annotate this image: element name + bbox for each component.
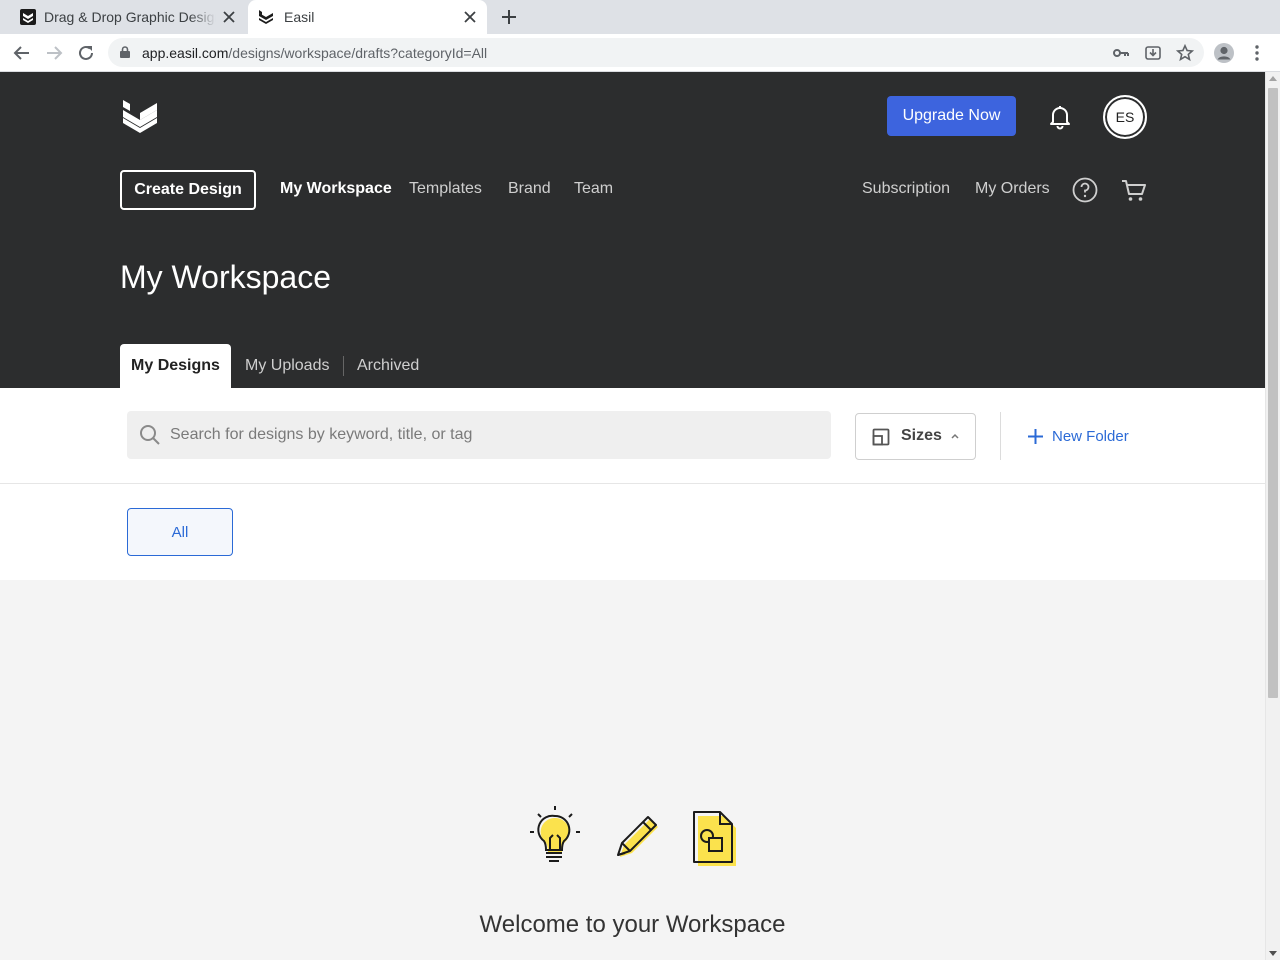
new-folder-button[interactable]: New Folder	[1027, 426, 1129, 446]
forward-button[interactable]	[42, 41, 66, 65]
search-icon	[140, 425, 160, 445]
category-bar: All	[0, 484, 1265, 580]
nav-templates[interactable]: Templates	[409, 180, 482, 198]
back-icon	[13, 46, 29, 60]
profile-button[interactable]	[1212, 41, 1236, 65]
page-title: My Workspace	[120, 259, 332, 295]
star-icon[interactable]	[1176, 44, 1194, 62]
page-scrollbar[interactable]	[1265, 72, 1280, 960]
page-viewport: Upgrade Now ES Create Design My Workspac…	[0, 72, 1265, 960]
plus-icon	[1028, 428, 1043, 444]
nav-team[interactable]: Team	[574, 180, 613, 198]
workspace-header: Upgrade Now ES Create Design My Workspac…	[0, 72, 1265, 388]
scroll-up-icon[interactable]	[1269, 76, 1277, 81]
browser-tab-title: Drag & Drop Graphic Design	[44, 9, 216, 25]
nav-subscription[interactable]: Subscription	[862, 180, 950, 198]
nav-my-workspace[interactable]: My Workspace	[280, 180, 392, 198]
tab-divider	[343, 356, 344, 376]
scrollbar-thumb[interactable]	[1268, 88, 1278, 698]
key-icon[interactable]	[1112, 44, 1130, 62]
easil-favicon-icon	[259, 10, 273, 24]
help-icon[interactable]	[1072, 177, 1098, 203]
browser-toolbar: app.easil.com/designs/workspace/drafts?c…	[0, 34, 1280, 72]
search-input[interactable]	[170, 411, 810, 459]
category-all-button[interactable]: All	[127, 508, 233, 556]
close-icon[interactable]	[463, 10, 477, 24]
easil-favicon-icon	[20, 9, 36, 25]
create-design-button[interactable]: Create Design	[120, 170, 256, 210]
close-icon[interactable]	[222, 10, 236, 24]
nav-brand[interactable]: Brand	[508, 180, 551, 198]
lightbulb-icon	[530, 806, 580, 862]
chevron-up-icon	[951, 433, 959, 439]
search-box	[127, 411, 831, 459]
avatar-initials: ES	[1107, 99, 1143, 135]
avatar[interactable]: ES	[1103, 95, 1147, 139]
browser-tab-title: Easil	[284, 9, 315, 25]
tab-archived[interactable]: Archived	[357, 344, 419, 388]
tab-my-designs[interactable]: My Designs	[120, 344, 231, 388]
nav-my-orders[interactable]: My Orders	[975, 180, 1050, 198]
sizes-dropdown-button[interactable]: Sizes	[855, 413, 976, 460]
welcome-heading: Welcome to your Workspace	[479, 911, 786, 938]
lock-icon	[120, 46, 130, 58]
pencil-icon	[617, 816, 658, 857]
size-icon	[872, 428, 890, 446]
address-bar[interactable]: app.easil.com/designs/workspace/drafts?c…	[108, 38, 1204, 67]
profile-icon	[1214, 43, 1234, 63]
new-folder-label: New Folder	[1052, 427, 1129, 445]
install-icon[interactable]	[1144, 44, 1162, 62]
forward-icon	[47, 46, 63, 60]
back-button[interactable]	[10, 41, 34, 65]
browser-menu-button[interactable]	[1246, 41, 1268, 65]
easil-logo[interactable]	[122, 99, 158, 133]
menu-icon	[1255, 45, 1259, 61]
sizes-label: Sizes	[901, 427, 942, 444]
browser-tab-strip: Drag & Drop Graphic Design Easil	[0, 0, 1280, 34]
new-tab-icon[interactable]	[498, 6, 520, 28]
empty-workspace: Welcome to your Workspace	[0, 580, 1265, 960]
filter-divider	[1000, 412, 1001, 460]
tab-my-uploads[interactable]: My Uploads	[245, 344, 329, 388]
document-icon	[693, 811, 736, 866]
scroll-down-icon[interactable]	[1269, 951, 1277, 956]
browser-tab[interactable]: Drag & Drop Graphic Design	[8, 0, 246, 34]
filter-bar: Sizes New Folder	[0, 388, 1265, 484]
reload-icon	[79, 45, 93, 60]
reload-button[interactable]	[74, 41, 98, 65]
url-text: app.easil.com/designs/workspace/drafts?c…	[142, 45, 488, 61]
upgrade-now-button[interactable]: Upgrade Now	[887, 96, 1016, 136]
bell-icon[interactable]	[1046, 102, 1074, 130]
browser-tab-active[interactable]: Easil	[248, 0, 487, 34]
cart-icon[interactable]	[1120, 176, 1148, 204]
